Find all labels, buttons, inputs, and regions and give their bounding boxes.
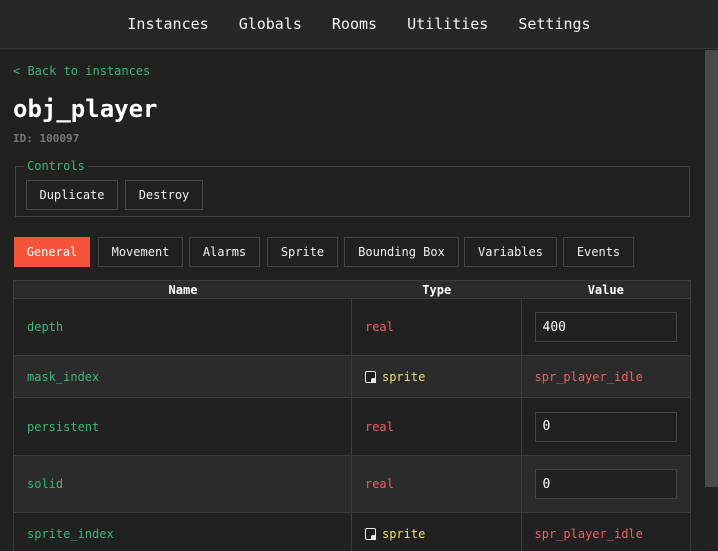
scrollbar-thumb[interactable] xyxy=(705,50,718,487)
row-type-cell: real xyxy=(352,456,522,512)
solid-input[interactable] xyxy=(534,469,677,499)
nav-settings[interactable]: Settings xyxy=(503,15,605,33)
row-name: solid xyxy=(14,456,352,512)
header-value: Value xyxy=(587,283,624,297)
table-row: persistent real xyxy=(14,398,690,456)
row-value-cell xyxy=(522,456,691,512)
controls-legend: Controls xyxy=(24,159,88,173)
row-type-cell: sprite xyxy=(352,513,522,551)
row-type-wrap: sprite xyxy=(364,369,426,384)
sprite-icon xyxy=(364,370,376,383)
row-type: sprite xyxy=(381,526,426,541)
row-value-cell: spr_player_idle xyxy=(522,356,691,397)
tab-bounding-box[interactable]: Bounding Box xyxy=(344,237,459,267)
object-id: ID: 100097 xyxy=(13,132,80,145)
mask-index-value-link[interactable]: spr_player_idle xyxy=(535,370,643,384)
persistent-input[interactable] xyxy=(534,411,677,442)
tab-general[interactable]: General xyxy=(14,237,90,267)
row-name: mask_index xyxy=(14,356,352,397)
main-content: < Back to instances obj_player ID: 10009… xyxy=(0,50,704,551)
back-to-instances-link[interactable]: < Back to instances xyxy=(13,64,150,78)
row-type-wrap: sprite xyxy=(364,526,426,541)
controls-fieldset: Controls Duplicate Destroy xyxy=(15,159,690,217)
row-name: persistent xyxy=(14,398,352,455)
sprite-icon xyxy=(364,527,376,540)
row-type: sprite xyxy=(381,369,426,384)
tab-alarms[interactable]: Alarms xyxy=(189,237,260,267)
row-type: real xyxy=(364,320,394,334)
tab-movement[interactable]: Movement xyxy=(98,237,183,267)
duplicate-button[interactable]: Duplicate xyxy=(26,180,118,210)
table-row: depth real xyxy=(14,299,690,356)
row-name: depth xyxy=(14,299,352,355)
destroy-button[interactable]: Destroy xyxy=(125,180,203,210)
top-navigation: Instances Globals Rooms Utilities Settin… xyxy=(0,0,718,49)
row-value-cell xyxy=(522,299,691,355)
tab-variables[interactable]: Variables xyxy=(464,237,557,267)
row-type: real xyxy=(364,419,394,434)
row-type: real xyxy=(364,477,394,491)
depth-input[interactable] xyxy=(534,312,677,342)
table-row: solid real xyxy=(14,456,690,513)
nav-utilities[interactable]: Utilities xyxy=(392,15,503,33)
properties-table: Name Type Value depth real mask_index sp… xyxy=(13,280,691,551)
table-row: mask_index sprite spr_player_idle xyxy=(14,356,690,398)
row-type-cell: real xyxy=(352,398,522,455)
row-name: sprite_index xyxy=(14,513,352,551)
row-value-cell: spr_player_idle xyxy=(522,513,691,551)
table-row: sprite_index sprite spr_player_idle xyxy=(14,513,690,551)
nav-globals[interactable]: Globals xyxy=(224,15,317,33)
header-name: Name xyxy=(168,283,198,297)
sprite-index-value-link[interactable]: spr_player_idle xyxy=(535,527,643,541)
row-value-cell xyxy=(522,398,691,455)
header-type: Type xyxy=(422,283,452,297)
tab-events[interactable]: Events xyxy=(563,237,634,267)
row-type-cell: real xyxy=(352,299,522,355)
nav-rooms[interactable]: Rooms xyxy=(317,15,392,33)
row-type-cell: sprite xyxy=(352,356,522,397)
nav-instances[interactable]: Instances xyxy=(112,15,223,33)
table-header: Name Type Value xyxy=(14,281,690,299)
tab-sprite[interactable]: Sprite xyxy=(267,237,338,267)
page-title: obj_player xyxy=(13,95,158,123)
